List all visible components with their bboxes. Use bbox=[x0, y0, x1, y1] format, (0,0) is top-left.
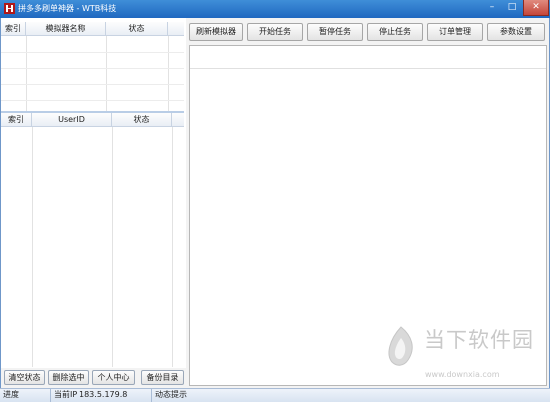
ip-label: 当前IP bbox=[54, 390, 78, 399]
start-task-button[interactable]: 开始任务 bbox=[247, 23, 303, 41]
refresh-emulator-button[interactable]: 刷新模拟器 bbox=[189, 23, 243, 41]
dynamic-hint-label: 动态提示 bbox=[155, 390, 187, 399]
grid-line bbox=[1, 68, 184, 69]
personal-center-button[interactable]: 个人中心 bbox=[92, 370, 135, 385]
grid-line bbox=[1, 84, 184, 85]
main-area: 索引 模拟器名称 状态 索引 UserID 状态 清空状态 删除选中 个人中心 … bbox=[0, 18, 550, 388]
order-management-button[interactable]: 订单管理 bbox=[427, 23, 483, 41]
grid-line bbox=[112, 127, 113, 367]
grid-line bbox=[172, 127, 173, 367]
progress-label: 进度 bbox=[0, 389, 51, 402]
user-grid[interactable]: 索引 UserID 状态 bbox=[1, 113, 184, 367]
log-divider bbox=[190, 68, 546, 69]
user-grid-header: 索引 UserID 状态 bbox=[1, 113, 184, 127]
title-bar: 拼多多刷单神器 - WTB科技 – □ ✕ bbox=[0, 0, 550, 18]
emulator-grid-header: 索引 模拟器名称 状态 bbox=[1, 22, 184, 36]
app-logo-icon bbox=[4, 3, 15, 14]
pause-task-button[interactable]: 暂停任务 bbox=[307, 23, 363, 41]
column-header-index[interactable]: 索引 bbox=[1, 22, 26, 36]
maximize-icon[interactable]: □ bbox=[503, 0, 521, 16]
ip-value: 183.5.179.8 bbox=[76, 389, 152, 402]
left-button-bar: 清空状态 删除选中 个人中心 备份目录 bbox=[1, 368, 186, 388]
grid-line bbox=[1, 52, 184, 53]
column-header-index[interactable]: 索引 bbox=[1, 113, 32, 127]
delete-selected-button[interactable]: 删除选中 bbox=[48, 370, 89, 385]
minimize-icon[interactable]: – bbox=[483, 0, 501, 16]
column-header-status[interactable]: 状态 bbox=[106, 22, 168, 36]
status-bar: 进度 当前IP 183.5.179.8 动态提示 bbox=[0, 388, 550, 402]
backup-directory-button[interactable]: 备份目录 bbox=[141, 370, 184, 385]
column-header-userid[interactable]: UserID bbox=[32, 113, 112, 127]
clear-status-button[interactable]: 清空状态 bbox=[4, 370, 45, 385]
column-header-status[interactable]: 状态 bbox=[112, 113, 172, 127]
grid-line bbox=[1, 100, 184, 101]
log-output-area[interactable] bbox=[189, 45, 547, 386]
window-title: 拼多多刷单神器 - WTB科技 bbox=[18, 4, 117, 13]
close-icon[interactable]: ✕ bbox=[523, 0, 549, 16]
grid-line bbox=[32, 127, 33, 367]
emulator-grid[interactable]: 索引 模拟器名称 状态 bbox=[1, 22, 184, 111]
column-header-emulator-name[interactable]: 模拟器名称 bbox=[26, 22, 106, 36]
parameter-settings-button[interactable]: 参数设置 bbox=[487, 23, 545, 41]
left-panel: 索引 模拟器名称 状态 索引 UserID 状态 清空状态 删除选中 个人中心 … bbox=[1, 18, 186, 388]
stop-task-button[interactable]: 停止任务 bbox=[367, 23, 423, 41]
